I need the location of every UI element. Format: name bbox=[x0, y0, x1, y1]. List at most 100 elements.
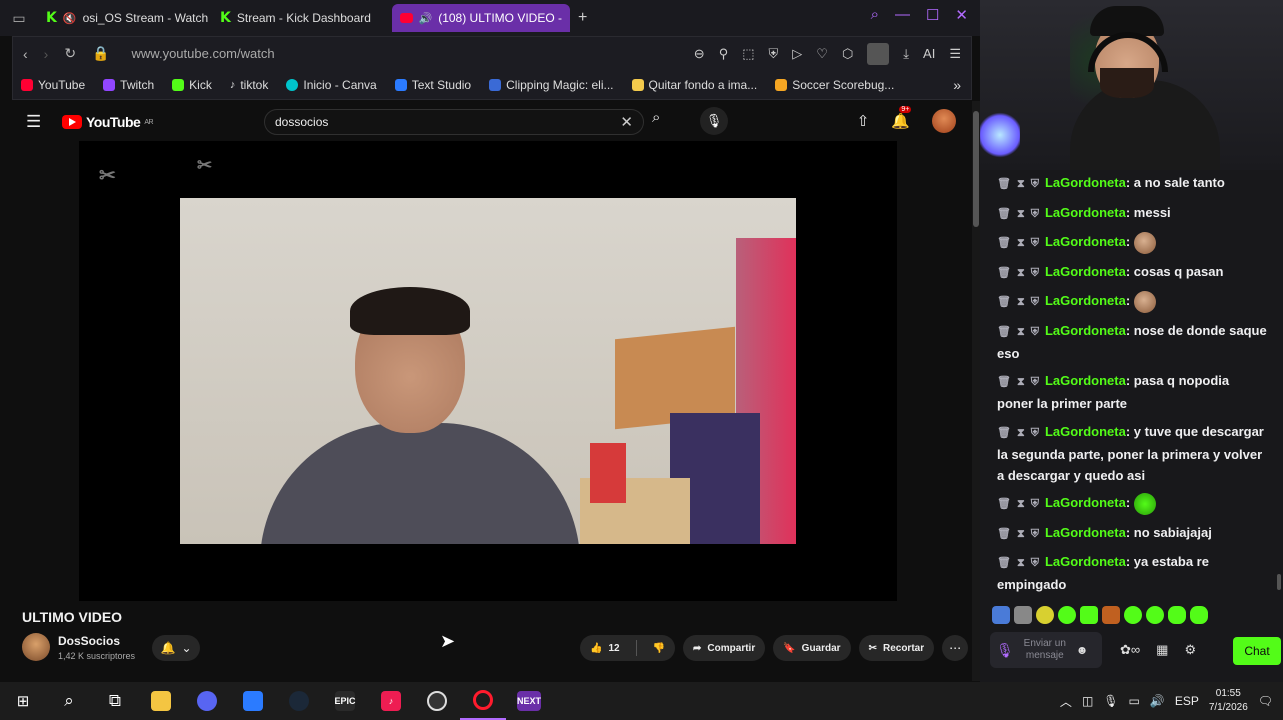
timeout-icon[interactable]: ⧗ bbox=[1017, 178, 1025, 190]
chat-scrollbar[interactable] bbox=[1277, 574, 1281, 590]
profile-icon[interactable] bbox=[867, 42, 890, 65]
timeout-icon[interactable]: ⧗ bbox=[1017, 267, 1025, 279]
more-bookmarks-icon[interactable]: » bbox=[953, 77, 961, 93]
steam-button[interactable] bbox=[276, 682, 322, 720]
timeout-icon[interactable]: ⧗ bbox=[1017, 326, 1025, 338]
language-indicator[interactable]: ESP bbox=[1175, 694, 1199, 708]
clock[interactable]: 01:55 7/1/2026 bbox=[1209, 687, 1248, 715]
delete-icon[interactable]: 🗑 bbox=[997, 557, 1011, 569]
chat-username[interactable]: LaGordoneta bbox=[1045, 205, 1126, 220]
emote-icon[interactable] bbox=[1190, 606, 1208, 624]
back-icon[interactable]: ‹ bbox=[23, 46, 28, 62]
send-chat-button[interactable]: Chat bbox=[1233, 637, 1281, 665]
voice-search-icon[interactable]: 🎙 bbox=[700, 107, 728, 135]
emote-icon[interactable] bbox=[992, 606, 1010, 624]
channel-name[interactable]: DosSocios bbox=[58, 634, 135, 648]
timeout-icon[interactable]: ⧗ bbox=[1017, 557, 1025, 569]
notification-center-icon[interactable]: 🗨 bbox=[1258, 694, 1273, 708]
start-button[interactable]: ⊞ bbox=[0, 682, 46, 720]
video-player[interactable]: ✂ ✂ bbox=[79, 141, 897, 601]
chat-username[interactable]: LaGordoneta bbox=[1045, 495, 1126, 510]
bookmark-canva[interactable]: Inicio - Canva bbox=[286, 78, 377, 92]
tab-youtube-video[interactable]: 🔊 (108) ULTIMO VIDEO - bbox=[392, 4, 570, 32]
emote-icon[interactable] bbox=[1036, 606, 1054, 624]
emote-icon[interactable] bbox=[1124, 606, 1142, 624]
chat-username[interactable]: LaGordoneta bbox=[1045, 234, 1126, 249]
network-icon[interactable]: ▭ bbox=[1129, 694, 1140, 708]
bookmark-twitch[interactable]: Twitch bbox=[103, 78, 154, 92]
delete-icon[interactable]: 🗑 bbox=[997, 296, 1011, 308]
bookmark-youtube[interactable]: YouTube bbox=[21, 78, 85, 92]
microphone-icon[interactable]: 🎙 bbox=[996, 642, 1014, 659]
clear-search-icon[interactable]: ✕ bbox=[620, 113, 633, 131]
tiktok-button[interactable]: ♪ bbox=[368, 682, 414, 720]
extensions-icon[interactable]: ⬡ bbox=[842, 46, 853, 62]
search-button[interactable]: ⌕ bbox=[46, 682, 92, 720]
channel-info[interactable]: DosSocios 1,42 K suscriptores bbox=[22, 633, 135, 661]
bookmark-clipping-magic[interactable]: Clipping Magic: eli... bbox=[489, 78, 614, 92]
discord-button[interactable] bbox=[184, 682, 230, 720]
subscription-bell-button[interactable]: 🔔 ⌄ bbox=[152, 635, 200, 661]
volume-icon[interactable]: 🔊 bbox=[1150, 694, 1165, 708]
emote-icon[interactable] bbox=[1146, 606, 1164, 624]
delete-icon[interactable]: 🗑 bbox=[997, 498, 1011, 510]
timeout-icon[interactable]: ⧗ bbox=[1017, 427, 1025, 439]
delete-icon[interactable]: 🗑 bbox=[997, 208, 1011, 220]
emoji-icon[interactable]: ☻ bbox=[1076, 643, 1089, 657]
search-input[interactable]: dossocios ✕ bbox=[264, 109, 644, 135]
epic-games-button[interactable]: EPIC bbox=[322, 682, 368, 720]
delete-icon[interactable]: 🗑 bbox=[997, 267, 1011, 279]
upload-icon[interactable]: ⇧ bbox=[857, 112, 870, 130]
avatar[interactable] bbox=[932, 109, 956, 133]
heart-icon[interactable]: ♡ bbox=[816, 46, 828, 62]
timeout-icon[interactable]: ⧗ bbox=[1017, 376, 1025, 388]
scrollbar-thumb[interactable] bbox=[973, 111, 979, 227]
delete-icon[interactable]: 🗑 bbox=[997, 237, 1011, 249]
emote-icon[interactable] bbox=[1058, 606, 1076, 624]
channel-avatar[interactable] bbox=[22, 633, 50, 661]
points-icon[interactable]: ✿∞ bbox=[1120, 642, 1140, 658]
search-icon[interactable]: ⌕ bbox=[871, 6, 879, 24]
more-actions-icon[interactable]: ⋯ bbox=[942, 635, 969, 661]
search-icon[interactable]: ⌕ bbox=[652, 109, 660, 126]
timeout-icon[interactable]: ⧗ bbox=[1017, 528, 1025, 540]
minimize-icon[interactable]: — bbox=[895, 6, 910, 24]
close-icon[interactable]: ✕ bbox=[955, 6, 968, 24]
timeout-icon[interactable]: ⧗ bbox=[1017, 237, 1025, 249]
dislike-button[interactable]: 👎 bbox=[643, 635, 675, 661]
play-icon[interactable]: ▷ bbox=[792, 46, 802, 62]
task-view-button[interactable]: ⧉ bbox=[92, 682, 138, 720]
bookmark-soccer-scorebug[interactable]: Soccer Scorebug... bbox=[775, 78, 894, 92]
zoom-icon[interactable]: ⊖ bbox=[694, 46, 705, 62]
workspaces-icon[interactable]: ▭ bbox=[0, 0, 38, 36]
store-icon[interactable]: ▦ bbox=[1156, 642, 1168, 658]
emote-icon[interactable] bbox=[1014, 606, 1032, 624]
delete-icon[interactable]: 🗑 bbox=[997, 376, 1011, 388]
delete-icon[interactable]: 🗑 bbox=[997, 528, 1011, 540]
file-explorer-button[interactable] bbox=[138, 682, 184, 720]
menu-icon[interactable]: ☰ bbox=[949, 46, 961, 62]
share-button[interactable]: ➦ Compartir bbox=[683, 635, 766, 661]
forward-icon[interactable]: › bbox=[44, 46, 49, 62]
chat-username[interactable]: LaGordoneta bbox=[1045, 424, 1126, 439]
chat-username[interactable]: LaGordoneta bbox=[1045, 554, 1126, 569]
settings-icon[interactable]: ⚙ bbox=[1184, 642, 1196, 658]
url-field[interactable]: www.youtube.com/watch bbox=[132, 46, 275, 61]
shield-icon[interactable]: ⛨ bbox=[769, 46, 779, 62]
bookmark-text-studio[interactable]: Text Studio bbox=[394, 78, 471, 92]
chevron-up-icon[interactable]: ︿ bbox=[1060, 693, 1072, 710]
bookmark-kick[interactable]: Kick bbox=[172, 78, 212, 92]
chat-username[interactable]: LaGordoneta bbox=[1045, 264, 1126, 279]
chat-username[interactable]: LaGordoneta bbox=[1045, 323, 1126, 338]
delete-icon[interactable]: 🗑 bbox=[997, 178, 1011, 190]
chat-message-input[interactable]: 🎙 Enviar un mensaje ☻ bbox=[990, 632, 1102, 668]
timeout-icon[interactable]: ⧗ bbox=[1017, 208, 1025, 220]
download-icon[interactable]: ⤓ bbox=[903, 46, 909, 62]
chat-username[interactable]: LaGordoneta bbox=[1045, 525, 1126, 540]
bookmark-quitar-fondo[interactable]: Quitar fondo a ima... bbox=[631, 78, 757, 92]
delete-icon[interactable]: 🗑 bbox=[997, 427, 1011, 439]
emote-icon[interactable] bbox=[1168, 606, 1186, 624]
next-app-button[interactable]: NEXT bbox=[506, 682, 552, 720]
page-scrollbar[interactable] bbox=[972, 101, 980, 681]
opera-button[interactable] bbox=[460, 682, 506, 720]
